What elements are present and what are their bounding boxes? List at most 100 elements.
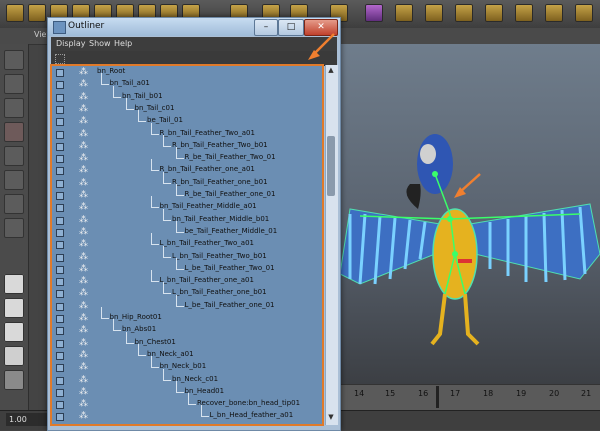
rotate-tool-icon[interactable] <box>4 146 24 166</box>
joint-handle[interactable] <box>432 171 438 177</box>
current-time-marker[interactable] <box>436 386 439 408</box>
outliner-tree[interactable]: ⁂ bn_Root ⁂ bn_Tail_a01 ⁂ bn_Tail_b01 ⁂ bn_Tail… <box>50 64 324 426</box>
collapse-toggle-icon[interactable] <box>56 253 64 262</box>
time-slider[interactable]: 14 15 16 17 18 19 20 21 <box>340 384 600 411</box>
collapse-toggle-icon[interactable] <box>56 327 64 336</box>
minimize-button[interactable]: – <box>254 19 278 36</box>
single-pane-layout-icon[interactable] <box>4 274 24 294</box>
tree-node-row[interactable]: ⁂ bn_Tail_b01 <box>51 85 323 104</box>
control-handle[interactable] <box>458 259 472 263</box>
collapse-toggle-icon[interactable] <box>56 413 64 422</box>
render-icon[interactable] <box>365 4 383 22</box>
tree-node-row[interactable]: ⁂ R_be_Tail_Feather_Two_01 <box>51 147 323 165</box>
move-tool-icon[interactable] <box>4 122 24 142</box>
collapse-toggle-icon[interactable] <box>56 105 64 114</box>
menu-show[interactable]: Show <box>89 39 111 48</box>
vertical-scrollbar[interactable] <box>325 65 338 425</box>
tree-node-row[interactable]: ⁂ R_bn_Tail_Feather_Two_b01 <box>51 134 323 153</box>
graph-editor-layout-icon[interactable] <box>4 346 24 366</box>
outliner-layout-icon[interactable] <box>4 370 24 390</box>
menu-help[interactable]: Help <box>114 39 132 48</box>
tree-node-row[interactable]: ⁂ bn_Abs01 <box>51 319 323 337</box>
collapse-toggle-icon[interactable] <box>56 216 64 225</box>
collapse-toggle-icon[interactable] <box>56 118 64 127</box>
collapse-toggle-icon[interactable] <box>56 302 64 311</box>
collapse-toggle-icon[interactable] <box>56 130 64 139</box>
select-tool-icon[interactable] <box>4 50 24 70</box>
ipr-render-icon[interactable] <box>395 4 413 22</box>
lasso-tool-icon[interactable] <box>4 74 24 94</box>
collapse-toggle-icon[interactable] <box>56 142 64 151</box>
viewport-3d[interactable] <box>339 44 600 384</box>
maximize-button[interactable]: □ <box>278 19 304 36</box>
joint-handle[interactable] <box>447 216 453 222</box>
tree-node-row[interactable]: ⁂ R_bn_Tail_Feather_one_a01 <box>51 159 323 177</box>
scroll-thumb[interactable] <box>327 136 335 196</box>
tree-node-row[interactable]: ⁂ bn_Root <box>51 67 323 79</box>
collapse-toggle-icon[interactable] <box>56 376 64 385</box>
collapse-toggle-icon[interactable] <box>56 278 64 287</box>
collapse-toggle-icon[interactable] <box>56 228 64 237</box>
collapse-toggle-icon[interactable] <box>56 69 64 77</box>
collapse-toggle-icon[interactable] <box>56 401 64 410</box>
collapse-toggle-icon[interactable] <box>56 81 64 90</box>
tree-node-row[interactable]: ⁂ bn_Tail_Feather_Middle_a01 <box>51 196 323 214</box>
tree-node-row[interactable]: ⁂ bn_Neck_c01 <box>51 368 323 387</box>
scroll-up-arrow-icon[interactable]: ▲ <box>326 66 336 76</box>
tree-node-row[interactable]: ⁂ R_bn_Tail_Feather_Two_a01 <box>51 122 323 141</box>
tree-node-row[interactable]: ⁂ bn_Head01 <box>51 380 323 399</box>
joint-handle[interactable] <box>452 251 458 257</box>
tree-node-row[interactable]: ⁂ R_be_Tail_Feather_one_01 <box>51 184 323 202</box>
four-pane-layout-icon[interactable] <box>4 298 24 318</box>
tree-node-row[interactable]: ⁂ be_Tail_Feather_Middle_01 <box>51 220 323 239</box>
tree-node-row[interactable]: ⁂ L_bn_Tail_Feather_one_a01 <box>51 270 323 288</box>
tree-node-row[interactable]: ⁂ L_be_Tail_Feather_one_01 <box>51 294 323 313</box>
collapse-toggle-icon[interactable] <box>56 155 64 164</box>
tree-node-row[interactable]: ⁂ Recover_bone:bn_head_tip01 <box>51 393 323 411</box>
tree-node-row[interactable]: ⁂ L_bn_Tail_Feather_one_b01 <box>51 282 323 300</box>
manipulator-tool-icon[interactable] <box>4 194 24 214</box>
tree-node-row[interactable]: ⁂ bn_Neck_a01 <box>51 343 323 362</box>
create-sphere-icon[interactable] <box>455 4 473 22</box>
collapse-toggle-icon[interactable] <box>56 167 64 176</box>
collapse-toggle-icon[interactable] <box>56 364 64 373</box>
tree-node-row[interactable]: ⁂ bn_Neck_b01 <box>51 356 323 374</box>
collapse-toggle-icon[interactable] <box>56 192 64 200</box>
collapse-toggle-icon[interactable] <box>56 339 64 348</box>
tree-node-row[interactable]: ⁂ L_bn_Head_feather_a01 <box>51 405 323 423</box>
create-cube-icon[interactable] <box>6 4 24 22</box>
tree-node-row[interactable]: ⁂ bn_Tail_Feather_Middle_b01 <box>51 208 323 227</box>
collapse-toggle-icon[interactable] <box>56 351 64 360</box>
create-cube-icon[interactable] <box>425 4 443 22</box>
tree-node-row[interactable]: ⁂ bn_Chest01 <box>51 331 323 350</box>
collapse-toggle-icon[interactable] <box>56 93 64 102</box>
side-by-side-layout-icon[interactable] <box>4 322 24 342</box>
create-plane-icon[interactable] <box>545 4 563 22</box>
collapse-toggle-icon[interactable] <box>56 388 64 397</box>
soft-mod-tool-icon[interactable] <box>4 218 24 238</box>
collapse-toggle-icon[interactable] <box>56 204 64 213</box>
outliner-titlebar[interactable]: Outliner – □ ✕ <box>48 18 340 36</box>
collapse-toggle-icon[interactable] <box>56 290 64 299</box>
menu-display[interactable]: Display <box>56 39 86 48</box>
tree-node-row[interactable]: ⁂ L_bn_Tail_Feather_Two_b01 <box>51 245 323 264</box>
start-time-field[interactable]: 1.00 <box>6 413 49 426</box>
tree-node-row[interactable]: ⁂ bn_Tail_a01 <box>51 73 323 91</box>
create-cone-icon[interactable] <box>515 4 533 22</box>
scale-tool-icon[interactable] <box>4 170 24 190</box>
collapse-toggle-icon[interactable] <box>56 241 64 250</box>
collapse-toggle-icon[interactable] <box>56 179 64 188</box>
tree-node-row[interactable]: ⁂ L_bn_Tail_Feather_Two_a01 <box>51 233 323 251</box>
tree-node-row[interactable]: ⁂ R_bn_Tail_Feather_one_b01 <box>51 171 323 190</box>
create-cylinder-icon[interactable] <box>485 4 503 22</box>
tearoff-icon[interactable] <box>55 54 65 64</box>
tree-node-row[interactable]: ⁂ bn_Tail_c01 <box>51 97 323 116</box>
tree-node-row[interactable]: ⁂ be_Tail_01 <box>51 110 323 128</box>
paint-tool-icon[interactable] <box>4 98 24 118</box>
tree-node-row[interactable]: ⁂ L_be_Tail_Feather_Two_01 <box>51 257 323 276</box>
collapse-toggle-icon[interactable] <box>56 315 64 323</box>
tree-node-row[interactable]: ⁂ bn_Hip_Root01 <box>51 307 323 325</box>
collapse-toggle-icon[interactable] <box>56 265 64 274</box>
create-torus-icon[interactable] <box>575 4 593 22</box>
create-sphere-icon[interactable] <box>28 4 46 22</box>
